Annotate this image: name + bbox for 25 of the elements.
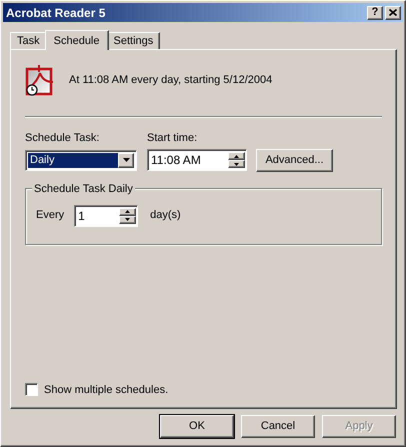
window-title: Acrobat Reader 5 bbox=[6, 4, 106, 22]
tab[interactable]: Schedule bbox=[44, 30, 108, 50]
dialog-button[interactable]: Cancel bbox=[241, 415, 315, 438]
every-label: Every bbox=[36, 208, 64, 224]
schedule-summary: At 11:08 AM every day, starting 5/12/2004 bbox=[69, 72, 272, 88]
field-label: Start time: bbox=[147, 131, 198, 146]
help-button[interactable]: ? bbox=[367, 6, 383, 20]
up-arrow-icon bbox=[234, 154, 239, 158]
caret-icon bbox=[122, 158, 130, 162]
field-label: Schedule Task: bbox=[25, 131, 100, 146]
down-arrow-icon bbox=[125, 218, 130, 221]
checkbox-label: Show multiple schedules. bbox=[44, 382, 168, 398]
close-icon bbox=[389, 9, 397, 16]
down-arrow-icon bbox=[234, 162, 239, 166]
tab[interactable]: Settings bbox=[106, 32, 160, 49]
dialog-button[interactable]: OK bbox=[160, 415, 234, 438]
up-arrow-icon bbox=[125, 210, 130, 213]
close-button[interactable] bbox=[385, 6, 401, 20]
advanced-button[interactable]: Advanced... bbox=[256, 148, 333, 172]
checkbox[interactable] bbox=[25, 383, 38, 396]
time-field[interactable]: 11:08 AM bbox=[147, 149, 247, 171]
interval-field[interactable]: 1 bbox=[74, 204, 138, 226]
unit-label: day(s) bbox=[150, 208, 181, 224]
tab[interactable]: Task bbox=[10, 32, 47, 49]
schedule-dropdown[interactable]: Daily bbox=[25, 150, 137, 170]
